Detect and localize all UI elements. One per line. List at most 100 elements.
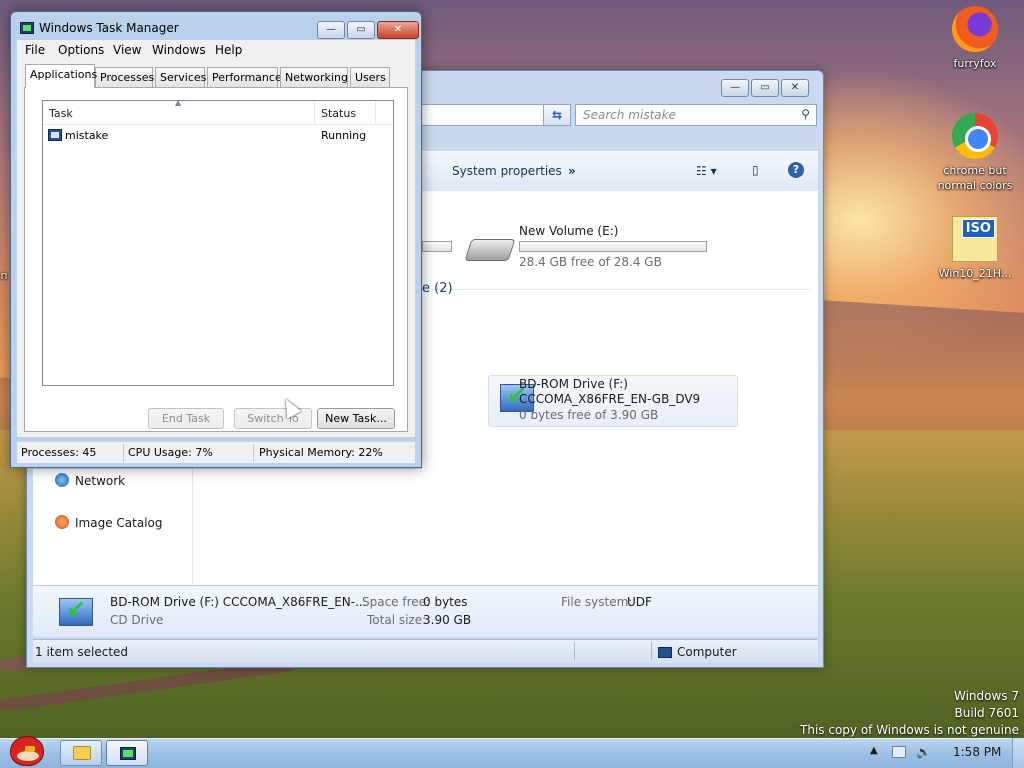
explorer-window-controls: — ▭ ✕	[721, 79, 809, 97]
show-desktop-button[interactable]	[1012, 738, 1024, 768]
tab-performance[interactable]: Performance	[207, 67, 282, 87]
menu-file[interactable]: File	[25, 43, 45, 57]
nav-item-network[interactable]: Network	[55, 473, 125, 488]
preview-pane-icon[interactable]: ▯	[752, 163, 759, 177]
hard-drive-icon	[464, 239, 516, 261]
maximize-button[interactable]: ▭	[751, 79, 779, 97]
details-pane: BD-ROM Drive (F:) CCCOMA_X86FRE_EN-... C…	[33, 585, 818, 637]
window-title: Windows Task Manager	[39, 21, 179, 35]
explorer-status-bar: 1 item selected Computer	[33, 639, 818, 663]
tab-users[interactable]: Users	[350, 67, 390, 87]
status-divider	[123, 444, 124, 462]
drive-f-volume-label: CCCOMA_X86FRE_EN-GB_DV9	[519, 392, 701, 406]
chrome-icon	[952, 113, 998, 159]
details-space-free: 0 bytes	[423, 595, 468, 609]
application-icon	[48, 129, 62, 141]
status-location: Computer	[677, 645, 737, 659]
minimize-button[interactable]: —	[721, 79, 749, 97]
menu-options[interactable]: Options	[58, 43, 104, 57]
status-cpu-usage: CPU Usage: 7%	[128, 446, 213, 459]
task-list[interactable]: ▲ Task Status mistake Running	[42, 98, 394, 386]
status-selection: 1 item selected	[35, 645, 129, 659]
applications-panel: ▲ Task Status mistake Running End Task S…	[24, 87, 408, 432]
status-physical-memory: Physical Memory: 22%	[259, 446, 383, 459]
desktop-icon-furryfox[interactable]: furryfox	[933, 6, 1017, 71]
section-divider	[422, 289, 810, 290]
task-manager-body: Applications Processes Services Performa…	[17, 60, 415, 437]
end-task-button[interactable]: End Task	[148, 408, 224, 429]
change-view-icon[interactable]: ☷ ▾	[696, 164, 717, 178]
desktop-icon-iso[interactable]: ISO Win10_21H...	[933, 216, 1017, 281]
more-commands-button[interactable]: »	[568, 164, 576, 178]
minimize-button[interactable]: —	[317, 21, 345, 39]
tab-applications[interactable]: Applications	[25, 64, 97, 88]
watermark-line: Windows 7	[953, 689, 1019, 703]
nav-item-label: Image Catalog	[75, 516, 163, 530]
task-manager-icon	[20, 22, 34, 34]
drive-e-free: 28.4 GB free of 28.4 GB	[519, 255, 662, 269]
task-manager-icon	[120, 747, 136, 760]
menu-help[interactable]: Help	[215, 43, 242, 57]
column-header-task[interactable]: Task	[43, 101, 315, 125]
drive-e-name[interactable]: New Volume (E:)	[519, 224, 618, 238]
details-drive-type: CD Drive	[110, 613, 164, 627]
status-divider	[253, 444, 254, 462]
clock[interactable]: 1:58 PM	[953, 745, 1001, 759]
search-icon[interactable]: ⚲	[801, 107, 810, 121]
nav-item-image-catalog[interactable]: Image Catalog	[55, 515, 162, 530]
details-total-size: 3.90 GB	[423, 613, 472, 627]
section-header-removable: e (2)	[422, 281, 453, 296]
refresh-button[interactable]: ⇆	[543, 104, 571, 126]
details-space-free-label: Space free:	[362, 595, 431, 609]
task-manager-window[interactable]: Windows Task Manager — ▭ ✕ File Options …	[10, 11, 422, 468]
show-hidden-icons-icon[interactable]: ▲	[870, 745, 878, 756]
watermark-line: Build 7601	[954, 706, 1019, 720]
details-file-system: UDF	[627, 595, 652, 609]
desktop-icon-label: Win10_21H...	[938, 267, 1012, 280]
task-list-header: ▲ Task Status	[43, 98, 393, 125]
tab-processes[interactable]: Processes	[95, 67, 154, 87]
navigation-pane: Network Image Catalog	[33, 469, 193, 585]
image-catalog-icon	[55, 515, 69, 529]
desktop-icon-label: chrome but normal colors	[937, 164, 1013, 192]
computer-icon	[658, 647, 672, 658]
taskbar-explorer-button[interactable]	[60, 740, 102, 766]
action-center-icon[interactable]	[892, 746, 906, 758]
details-drive-name: BD-ROM Drive (F:) CCCOMA_X86FRE_EN-...	[110, 595, 367, 609]
task-name: mistake	[65, 129, 109, 142]
taskbar-task-manager-button[interactable]	[106, 740, 148, 766]
watermark-line: This copy of Windows is not genuine	[800, 723, 1019, 737]
help-icon[interactable]: ?	[788, 162, 804, 178]
column-header-status[interactable]: Status	[315, 101, 376, 125]
desktop-icon-label: furryfox	[953, 57, 997, 70]
table-row[interactable]: mistake Running	[43, 127, 393, 145]
details-total-size-label: Total size:	[367, 613, 427, 627]
desktop-icon-chrome[interactable]: chrome but normal colors	[933, 113, 1017, 193]
search-placeholder: Search mistake	[583, 108, 676, 122]
task-manager-status-bar: Processes: 45 CPU Usage: 7% Physical Mem…	[17, 441, 415, 463]
drive-e-usage-bar	[519, 241, 707, 252]
close-button[interactable]: ✕	[377, 21, 419, 39]
folder-icon	[73, 746, 91, 760]
windows-watermark: Windows 7 Build 7601 This copy of Window…	[800, 688, 1019, 739]
bd-rom-drive-icon	[59, 595, 93, 626]
status-divider	[574, 642, 575, 660]
new-task-button[interactable]: New Task...	[317, 408, 395, 429]
drive-f-name: BD-ROM Drive (F:)	[519, 377, 628, 391]
network-icon	[55, 473, 69, 487]
tab-networking[interactable]: Networking	[280, 67, 348, 87]
drive-usage-bar-partial	[422, 241, 452, 252]
volume-icon[interactable]: 🔈	[916, 745, 931, 759]
maximize-button[interactable]: ▭	[347, 21, 375, 39]
task-manager-window-controls: — ▭ ✕	[317, 21, 419, 39]
menu-windows[interactable]: Windows	[152, 43, 206, 57]
start-button[interactable]	[4, 732, 48, 768]
task-status: Running	[321, 129, 367, 142]
drive-f-free: 0 bytes free of 3.90 GB	[519, 408, 659, 422]
search-input[interactable]: Search mistake ⚲	[575, 104, 817, 126]
tab-services[interactable]: Services	[155, 67, 206, 87]
close-button[interactable]: ✕	[781, 79, 809, 97]
menu-view[interactable]: View	[113, 43, 141, 57]
menu-bar: File Options View Windows Help	[17, 40, 415, 60]
system-properties-button[interactable]: System properties	[452, 164, 562, 178]
